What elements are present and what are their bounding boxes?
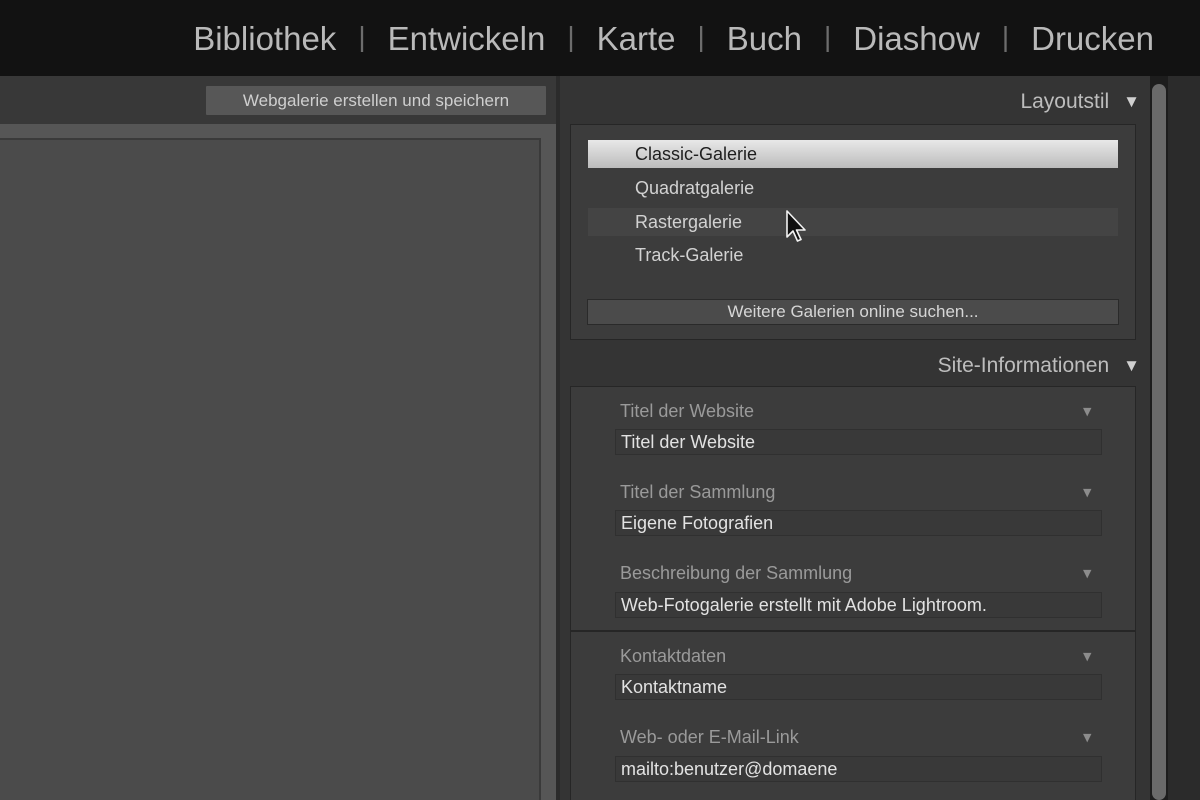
module-picker-bar: Bibliothek | Entwickeln | Karte | Buch |… — [0, 0, 1200, 76]
mouse-pointer-icon — [786, 210, 806, 242]
gallery-quadrat[interactable]: Quadratgalerie — [588, 174, 1118, 202]
web-email-link-field[interactable]: mailto:benutzer@domaene — [615, 756, 1102, 782]
module-entwickeln[interactable]: Entwickeln — [388, 20, 546, 58]
collection-title-label: Titel der Sammlung — [620, 482, 776, 502]
site-title-label: Titel der Website — [620, 401, 755, 421]
section-divider — [570, 630, 1136, 632]
collection-description-label: Beschreibung der Sammlung — [620, 563, 853, 583]
triangle-down-icon: ▼ — [1123, 92, 1140, 111]
gallery-classic[interactable]: Classic-Galerie — [588, 140, 1118, 168]
dropdown-arrow-icon[interactable]: ▼ — [1083, 731, 1091, 744]
module-separator: | — [358, 21, 366, 52]
collection-title-field[interactable]: Eigene Fotografien — [615, 510, 1102, 536]
gallery-track[interactable]: Track-Galerie — [588, 241, 1118, 269]
gallery-preview-canvas — [0, 138, 541, 800]
create-save-gallery-button[interactable]: Webgalerie erstellen und speichern — [206, 86, 546, 115]
site-info-title: Site-Informationen — [937, 354, 1110, 377]
contact-name-field[interactable]: Kontaktname — [615, 674, 1102, 700]
contact-label: Kontaktdaten — [620, 646, 727, 666]
triangle-down-icon: ▼ — [1123, 356, 1140, 375]
panel-scrollbar-thumb[interactable] — [1152, 84, 1166, 800]
find-more-galleries-button[interactable]: Weitere Galerien online suchen... — [587, 299, 1119, 325]
gallery-raster[interactable]: Rastergalerie — [588, 208, 1118, 236]
module-karte[interactable]: Karte — [597, 20, 676, 58]
module-buch[interactable]: Buch — [727, 20, 802, 58]
module-diashow[interactable]: Diashow — [853, 20, 980, 58]
site-info-panel-header[interactable]: Site-Informationen ▼ — [560, 346, 1140, 386]
web-email-link-label: Web- oder E-Mail-Link — [620, 727, 799, 747]
module-bibliothek[interactable]: Bibliothek — [193, 20, 336, 58]
dropdown-arrow-icon[interactable]: ▼ — [1083, 650, 1091, 663]
layoutstil-panel-header[interactable]: Layoutstil ▼ — [560, 82, 1140, 122]
dropdown-arrow-icon[interactable]: ▼ — [1083, 486, 1091, 499]
module-separator: | — [823, 21, 832, 52]
site-title-field[interactable]: Titel der Website — [615, 429, 1102, 455]
dropdown-arrow-icon[interactable]: ▼ — [1083, 405, 1091, 418]
module-separator: | — [697, 21, 705, 52]
collection-description-field[interactable]: Web-Fotogalerie erstellt mit Adobe Light… — [615, 592, 1102, 618]
layoutstil-title: Layoutstil — [1020, 90, 1110, 113]
dropdown-arrow-icon[interactable]: ▼ — [1083, 567, 1091, 580]
module-drucken[interactable]: Drucken — [1031, 20, 1154, 58]
module-separator: | — [1001, 21, 1010, 52]
module-separator: | — [567, 21, 575, 52]
module-list: Bibliothek | Entwickeln | Karte | Buch |… — [193, 20, 1154, 58]
